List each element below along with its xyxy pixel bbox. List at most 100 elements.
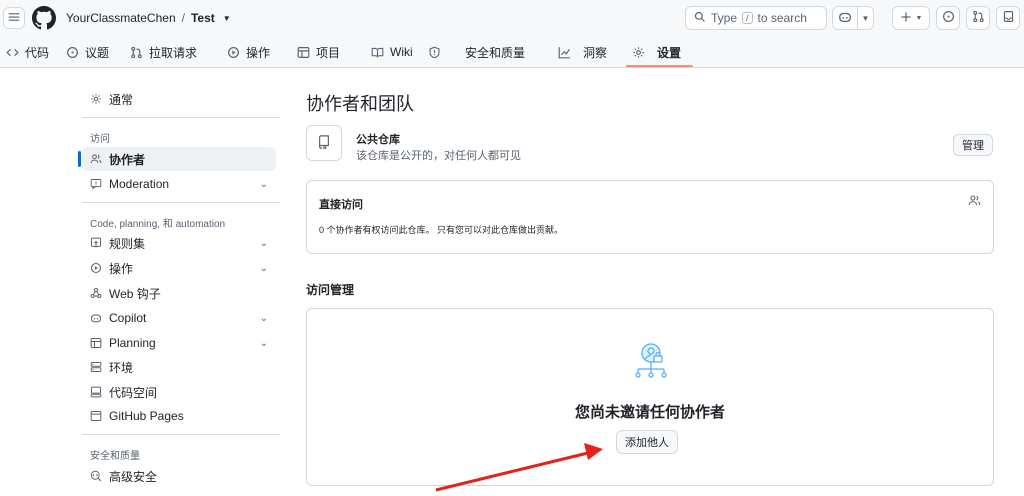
codescan-icon [90,470,102,482]
tab-label: 安全和质量 [465,45,526,60]
search-icon [694,11,706,26]
sidebar-divider [82,202,280,203]
access-management-heading: 访问管理 [306,283,355,297]
pull-request-icon [972,10,985,26]
book-icon [371,46,384,59]
repo-icon [317,134,331,152]
copilot-icon [838,10,852,27]
tab-label: 拉取请求 [149,45,198,60]
repo-name-link[interactable]: Test [191,11,215,25]
sidebar-item-pages[interactable]: GitHub Pages [82,404,276,428]
webhook-icon [90,287,102,299]
sidebar-item-environments[interactable]: 环境 [82,355,276,379]
search-shortcut-key: / [742,12,753,24]
tab-security[interactable]: 安全和质量 [428,36,525,68]
plus-icon [900,11,912,26]
copilot-button[interactable] [833,7,857,29]
create-new-button[interactable]: ▼ [892,6,930,30]
tab-actions[interactable]: 操作 [227,36,270,68]
sidebar-heading-access: 访问 [90,134,110,145]
sidebar-item-label: 环境 [109,360,134,375]
tab-label: Wiki [390,45,413,59]
repo-nav: 代码 议题 拉取请求 操作 项目 Wiki 安全和质量 洞察 设置 [0,36,1024,68]
top-header: YourClassmateChen / Test ▼ Type / to sea… [0,0,1024,36]
breadcrumb: YourClassmateChen / Test ▼ [66,11,231,25]
sidebar-item-planning[interactable]: Planning ⌄ [82,331,276,355]
issues-button[interactable] [936,6,960,30]
tab-pull-requests[interactable]: 拉取请求 [130,36,197,68]
copilot-button-group: ▼ [832,6,874,30]
tab-label: 操作 [246,45,271,60]
chevron-down-icon: ⌄ [259,337,268,349]
tab-settings[interactable]: 设置 [632,36,681,68]
table-icon [90,337,102,349]
public-repo-description: 该仓库是公开的，对任何人都可见 [356,150,521,162]
issue-opened-icon [942,10,955,26]
collaborator-lock-icon [635,343,667,378]
graph-icon [558,46,571,59]
sidebar-item-label: Planning [109,336,156,350]
github-logo-icon[interactable] [32,6,56,30]
sidebar-item-advanced-security[interactable]: 高级安全 [82,464,276,488]
tab-projects[interactable]: 项目 [297,36,340,68]
sidebar-heading-code: Code, planning, 和 automation [90,219,226,230]
chevron-down-icon[interactable]: ▼ [223,14,231,23]
issue-icon [66,46,79,59]
sidebar-item-moderation[interactable]: Moderation ⌄ [82,172,276,196]
browser-icon [90,410,102,422]
empty-state-panel: 您尚未邀请任何协作者 添加他人 [306,308,994,486]
sidebar-item-copilot[interactable]: Copilot ⌄ [82,306,276,330]
copilot-menu-button[interactable]: ▼ [857,7,873,29]
shield-icon [428,46,441,59]
pull-request-icon [130,46,143,59]
sidebar-item-label: GitHub Pages [109,409,184,423]
sidebar-divider [82,434,280,435]
repo-push-icon [90,237,102,249]
breadcrumb-separator: / [181,11,185,25]
direct-access-description: 0 个协作者有权访问此仓库。 只有您可以对此仓库做出贡献。 [319,225,564,235]
sidebar-item-webhooks[interactable]: Web 钩子 [82,281,276,305]
direct-access-panel: 直接访问 0 个协作者有权访问此仓库。 只有您可以对此仓库做出贡献。 [306,180,994,254]
pull-requests-button[interactable] [966,6,990,30]
gear-icon [90,93,102,105]
chevron-down-icon: ⌄ [259,262,268,274]
chevron-down-icon: ⌄ [259,237,268,249]
table-icon [297,46,310,59]
add-people-button[interactable]: 添加他人 [616,430,678,454]
tab-label: 议题 [85,45,110,60]
report-icon [90,178,102,190]
search-input[interactable]: Type / to search [685,6,827,30]
code-icon [6,46,19,59]
chevron-down-icon: ▼ [915,14,923,22]
tab-code[interactable]: 代码 [6,36,49,68]
chevron-down-icon: ⌄ [259,178,268,190]
sidebar-item-collaborators[interactable]: 协作者 [82,147,276,171]
tab-wiki[interactable]: Wiki [371,36,413,68]
repo-owner-link[interactable]: YourClassmateChen [66,11,176,25]
search-placeholder-suffix: to search [757,11,807,25]
chevron-down-icon: ▼ [861,13,870,23]
active-tab-indicator [626,65,693,67]
hamburger-icon [8,11,20,26]
manage-button[interactable]: 管理 [953,134,993,156]
sidebar-item-rules[interactable]: 规则集 ⌄ [82,231,276,255]
tab-label: 设置 [657,45,682,60]
sidebar-item-general[interactable]: 通常 [82,87,276,111]
sidebar-heading-security: 安全和质量 [90,451,140,462]
tab-issues[interactable]: 议题 [66,36,109,68]
tab-label: 代码 [25,45,50,60]
inbox-button[interactable] [996,6,1020,30]
sidebar-item-codespaces[interactable]: 代码空间 [82,380,276,404]
sidebar-item-label: 协作者 [109,152,146,167]
sidebar-item-label: Moderation [109,177,170,191]
direct-access-title: 直接访问 [319,199,363,211]
selected-indicator [78,151,81,167]
sidebar-item-label: Web 钩子 [109,286,161,301]
sidebar-item-label: 代码空间 [109,385,158,400]
tab-insights[interactable]: 洞察 [558,36,607,68]
people-icon [968,194,981,210]
sidebar-item-label: 高级安全 [109,469,158,484]
sidebar-item-actions[interactable]: 操作 ⌄ [82,256,276,280]
sidebar-item-label: 通常 [109,92,134,107]
menu-button[interactable] [3,7,25,29]
